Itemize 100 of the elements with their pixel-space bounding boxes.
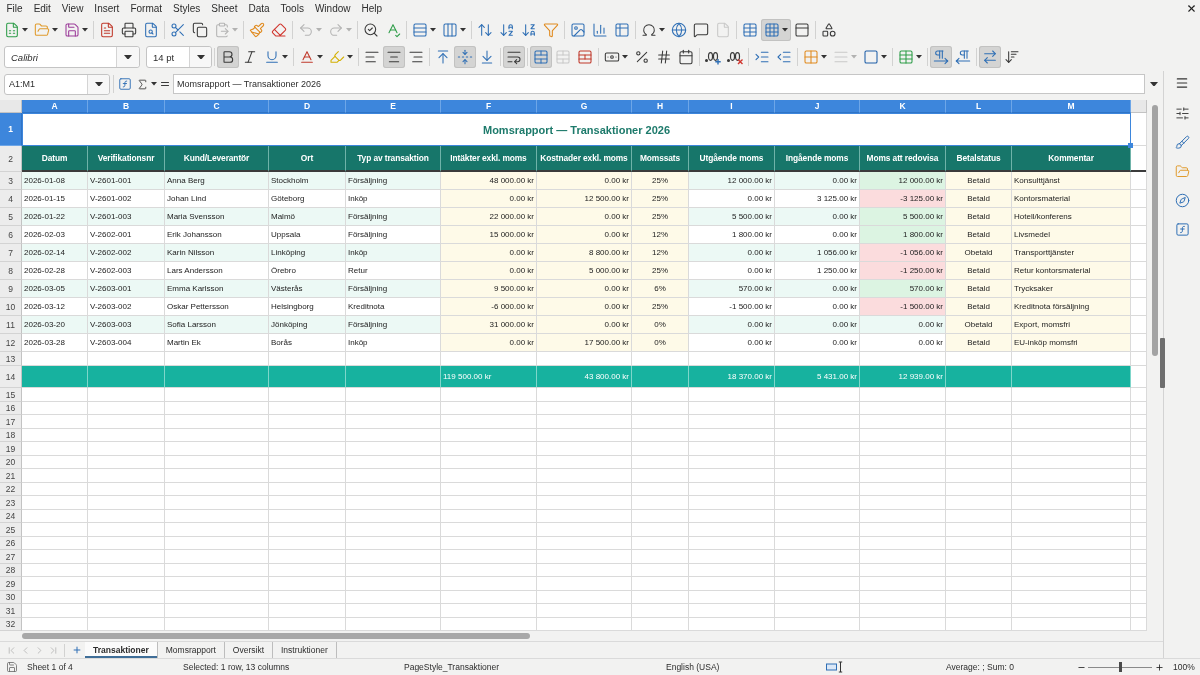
bar-chart-icon	[592, 22, 608, 38]
font-size-dropdown[interactable]	[189, 47, 211, 67]
scroll-thumb[interactable]	[1152, 105, 1158, 356]
row-header[interactable]: 20	[0, 456, 22, 469]
column-header[interactable]: B	[88, 100, 165, 113]
row-header[interactable]: 4	[0, 190, 22, 208]
name-box-dropdown[interactable]	[87, 74, 109, 94]
freeze-button[interactable]	[761, 19, 791, 41]
page-style: PageStyle_Transaktioner	[404, 662, 500, 672]
row-header[interactable]: 6	[0, 226, 22, 244]
brush-icon	[1174, 134, 1190, 150]
row-header[interactable]: 16	[0, 402, 22, 415]
menu-item[interactable]: Edit	[28, 0, 57, 17]
align-center-button[interactable]	[383, 46, 405, 68]
caret-icon	[150, 82, 157, 86]
title-cell[interactable]: Momsrapport — Transaktioner 2026	[22, 113, 1131, 146]
fill-handle-icon[interactable]	[1128, 143, 1133, 148]
menu-item[interactable]: File	[1, 0, 29, 17]
row-header[interactable]: 17	[0, 415, 22, 429]
menu-item[interactable]: Window	[309, 0, 356, 17]
column-header[interactable]: F	[441, 100, 537, 113]
column-header[interactable]: H	[632, 100, 689, 113]
sheet-tab[interactable]: Oversikt	[224, 642, 273, 658]
column-heading: Datum	[22, 146, 88, 172]
copy-icon	[192, 22, 208, 38]
row-header[interactable]: 32	[0, 618, 22, 631]
caret-icon	[316, 28, 322, 32]
name-box[interactable]: A1:M1	[4, 73, 110, 95]
sheet-tab[interactable]: Momsrapport	[157, 642, 225, 658]
selection-mode-icon[interactable]	[826, 661, 844, 673]
caret-icon	[430, 28, 436, 32]
row-header[interactable]: 27	[0, 550, 22, 564]
zoom-in-button[interactable]	[1153, 661, 1165, 673]
row-header[interactable]: 24	[0, 510, 22, 523]
column-header[interactable]: I	[689, 100, 775, 113]
menu-item[interactable]: Insert	[88, 0, 125, 17]
row-header[interactable]: 30	[0, 591, 22, 604]
center-vertically-button[interactable]	[454, 46, 476, 68]
row-header[interactable]: 15	[0, 388, 22, 402]
column-header[interactable]: K	[860, 100, 946, 113]
menu-item[interactable]: Styles	[167, 0, 206, 17]
row-header[interactable]: 8	[0, 262, 22, 280]
row-header[interactable]: 14	[0, 366, 22, 388]
row-header[interactable]: 25	[0, 523, 22, 537]
sheet-tab[interactable]: Transaktioner	[85, 642, 158, 658]
font-name-dropdown[interactable]	[116, 47, 139, 67]
merge-center-button[interactable]	[530, 46, 552, 68]
sidebar-toggle-button[interactable]	[1160, 338, 1165, 388]
menu-item[interactable]: Data	[242, 0, 276, 17]
table-cell: 0.00 kr	[441, 262, 537, 280]
row-header[interactable]: 23	[0, 496, 22, 510]
row-header[interactable]: 11	[0, 316, 22, 334]
row-header[interactable]: 5	[0, 208, 22, 226]
column-header[interactable]: A	[22, 100, 88, 113]
column-header[interactable]: M	[1012, 100, 1131, 113]
row-header[interactable]: 13	[0, 352, 22, 366]
menu-item[interactable]: View	[56, 0, 89, 17]
column-header[interactable]: D	[269, 100, 346, 113]
font-size-field[interactable]: 14 pt	[146, 46, 212, 68]
column-header[interactable]: C	[165, 100, 269, 113]
menu-item[interactable]: Format	[124, 0, 168, 17]
row-header[interactable]: 7	[0, 244, 22, 262]
row-header[interactable]: 10	[0, 298, 22, 316]
column-header[interactable]: J	[775, 100, 860, 113]
column-header[interactable]: G	[537, 100, 632, 113]
wrap-text-button[interactable]	[503, 46, 525, 68]
page-icon	[715, 22, 731, 38]
column-heading: Ort	[269, 146, 346, 172]
menu-item[interactable]: Tools	[275, 0, 310, 17]
row-header[interactable]: 29	[0, 577, 22, 591]
text-direction-button[interactable]	[979, 46, 1001, 68]
caret-icon	[317, 55, 323, 59]
row-header[interactable]: 22	[0, 483, 22, 496]
spreadsheet-grid[interactable]	[0, 100, 1147, 631]
zoom-thumb[interactable]	[1118, 662, 1122, 672]
sheet-tab[interactable]: Instruktioner	[273, 642, 337, 658]
bold-button[interactable]	[217, 46, 239, 68]
column-header[interactable]: L	[946, 100, 1012, 113]
row-header[interactable]: 26	[0, 537, 22, 550]
funnel-icon	[543, 22, 559, 38]
row-header[interactable]: 2	[0, 146, 22, 172]
row-header[interactable]: 9	[0, 280, 22, 298]
formula-input[interactable]: Momsrapport — Transaktioner 2026	[173, 74, 1145, 94]
row-header[interactable]: 19	[0, 442, 22, 456]
table-cell: 17 500.00 kr	[537, 334, 632, 352]
table-cell: 0.00 kr	[537, 298, 632, 316]
scroll-thumb[interactable]	[22, 633, 530, 639]
left-to-right-button[interactable]	[930, 46, 952, 68]
row-header[interactable]: 31	[0, 604, 22, 618]
row-header[interactable]: 3	[0, 172, 22, 190]
menu-item[interactable]: Sheet	[205, 0, 243, 17]
column-header[interactable]: E	[346, 100, 441, 113]
row-header[interactable]: 1	[0, 113, 22, 146]
row-header[interactable]: 21	[0, 469, 22, 483]
row-header[interactable]: 18	[0, 429, 22, 442]
row-header[interactable]: 12	[0, 334, 22, 352]
row-header[interactable]: 28	[0, 564, 22, 577]
font-name-field[interactable]: Calibri	[4, 46, 140, 68]
table-cell: Betald	[946, 262, 1012, 280]
menu-item[interactable]: Help	[356, 0, 388, 17]
